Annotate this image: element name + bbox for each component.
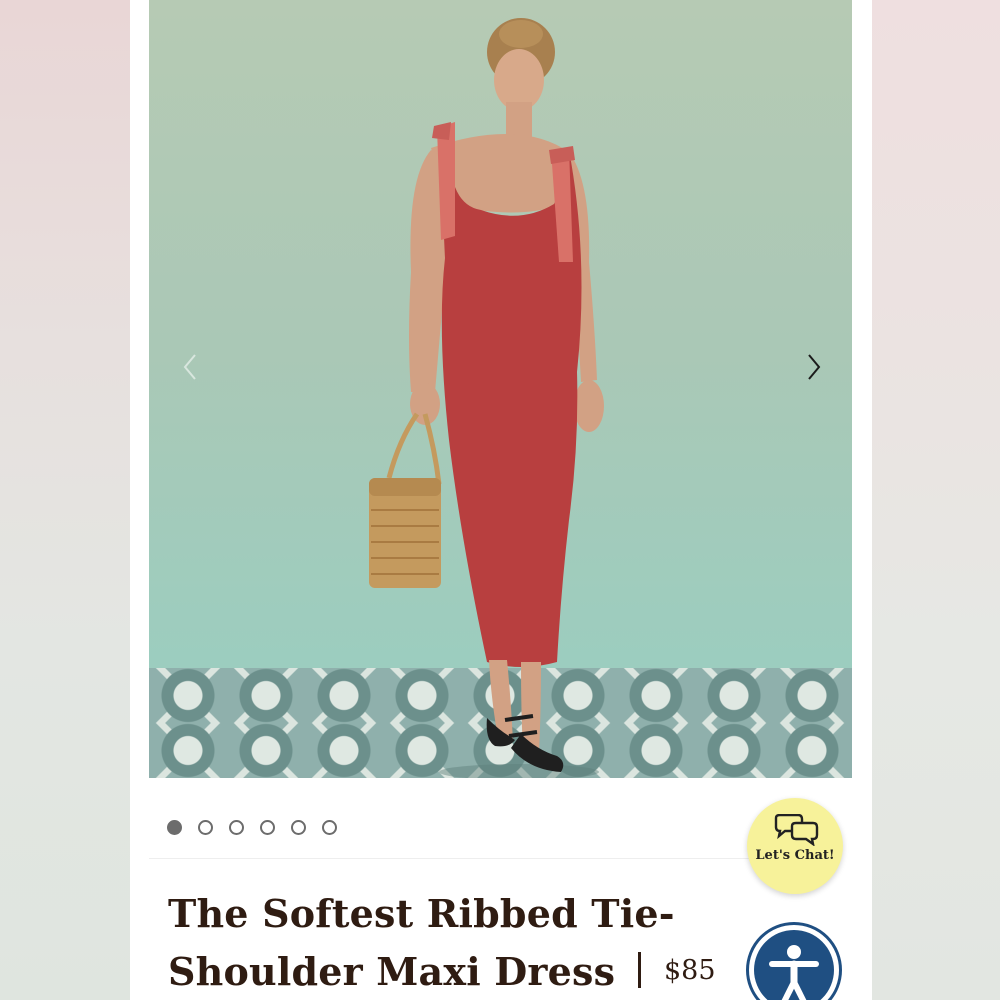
accessibility-badge [754,930,834,1000]
prev-image-button[interactable] [176,352,206,382]
carousel-dot-2[interactable] [198,820,213,835]
accessibility-button[interactable] [746,922,842,1000]
carousel-indicators [167,820,337,835]
lets-chat-label: Let's Chat! [755,848,835,863]
model-figure [369,18,604,778]
carousel-dot-4[interactable] [260,820,275,835]
product-title: The Softest Ribbed Tie-Shoulder Maxi Dre… [168,891,675,994]
lets-chat-button[interactable]: Let's Chat! [747,798,843,894]
product-price: $85 [664,955,716,986]
chevron-left-icon [183,354,196,380]
speech-bubbles-icon [774,814,819,846]
product-image[interactable] [149,0,852,778]
carousel-dot-6[interactable] [322,820,337,835]
carousel-dot-5[interactable] [291,820,306,835]
carousel-dot-1[interactable] [167,820,182,835]
blurred-background-left [0,0,130,1000]
next-image-button[interactable] [799,352,829,382]
product-panel: The Softest Ribbed Tie-Shoulder Maxi Dre… [130,0,872,1000]
chevron-right-icon [808,354,821,380]
accessibility-person-icon [769,945,819,1000]
price-separator [638,952,641,988]
blurred-background-right [872,0,1000,1000]
divider [149,858,749,859]
carousel-dot-3[interactable] [229,820,244,835]
